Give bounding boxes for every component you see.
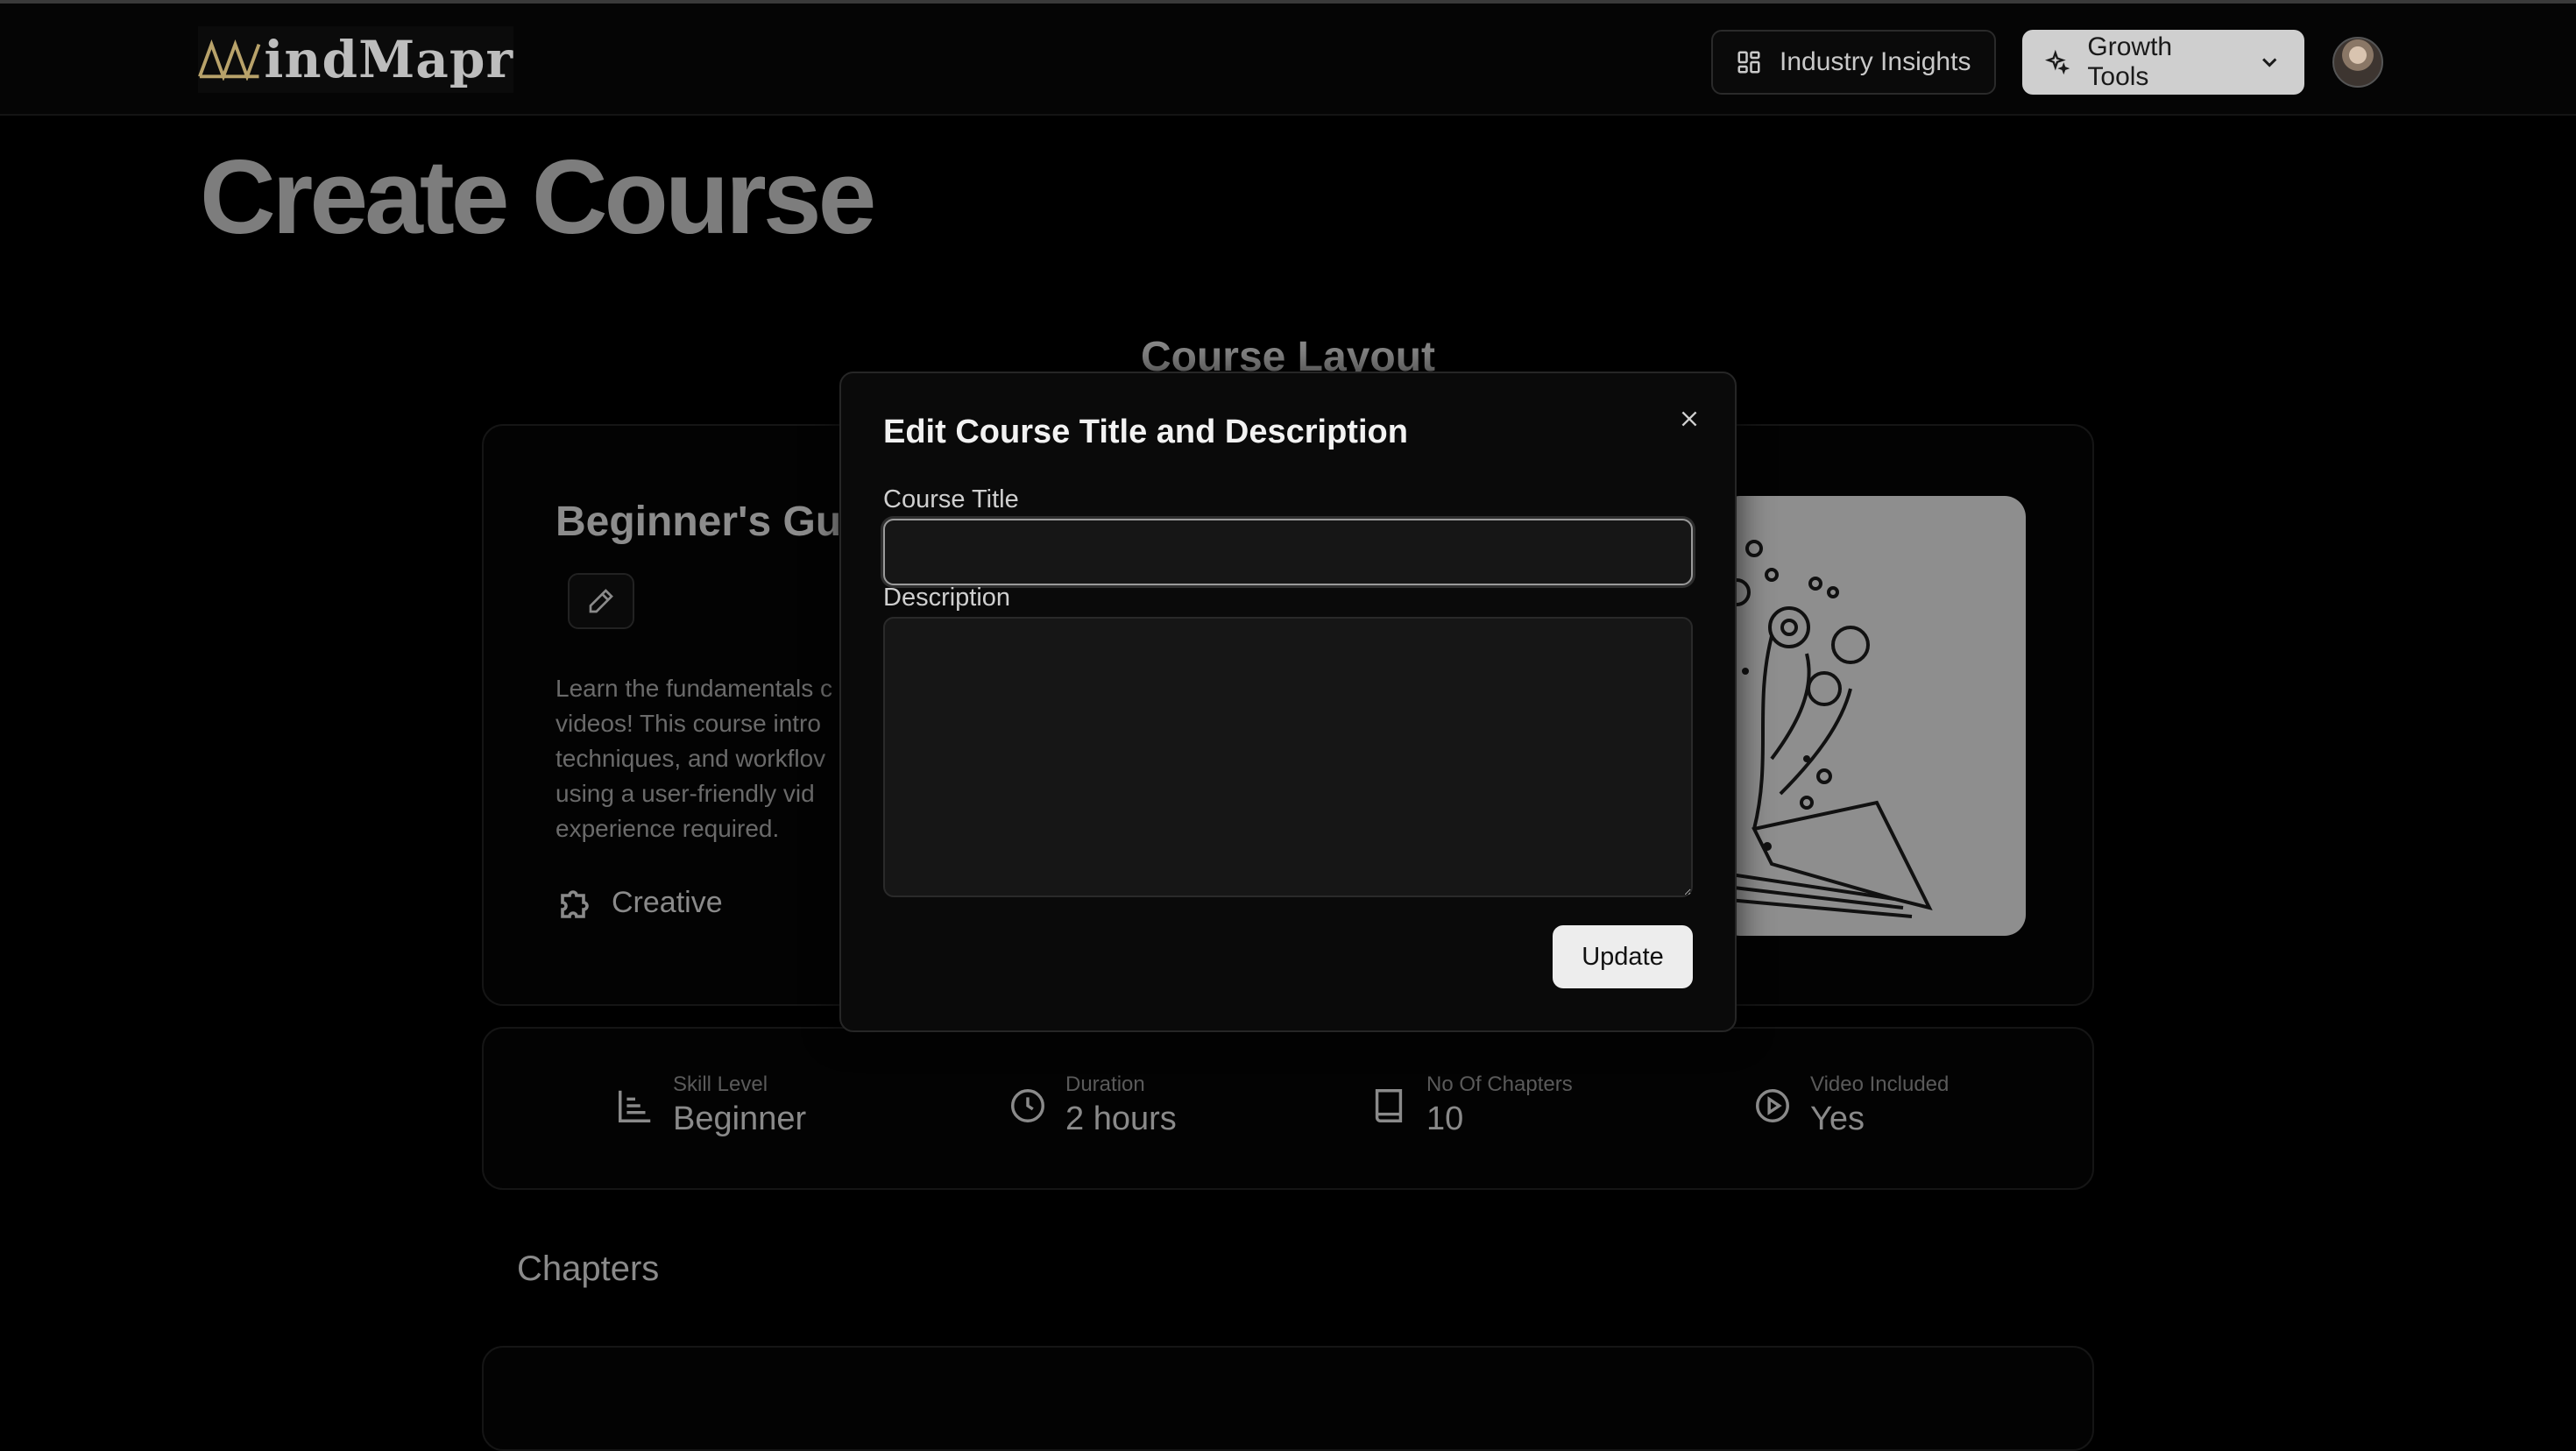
play-circle-icon [1756, 1088, 1789, 1122]
stat-label: Skill Level [673, 1072, 768, 1096]
dialog-title: Edit Course Title and Description [883, 414, 1408, 450]
course-name: Beginner's Gu [556, 499, 842, 545]
app-header: indMapr Industry Insights Growth Tools [0, 4, 2576, 116]
book-flowers-illustration [1719, 540, 1933, 918]
stat-value: Yes [1810, 1101, 1865, 1137]
stat-label: No Of Chapters [1426, 1072, 1573, 1096]
close-dialog-button[interactable] [1674, 403, 1705, 435]
course-title-label: Course Title [883, 485, 1019, 513]
logo[interactable]: indMapr [198, 26, 513, 93]
growth-tools-label: Growth Tools [2087, 32, 2173, 91]
industry-insights-button[interactable]: Industry Insights [1711, 30, 1996, 95]
industry-insights-label: Industry Insights [1780, 47, 1971, 76]
logo-text: indMapr [264, 30, 513, 89]
page-title: Create Course [200, 138, 876, 256]
chapters-heading: Chapters [517, 1249, 660, 1288]
chapters-card [482, 1346, 2094, 1451]
course-title-input[interactable] [883, 519, 1693, 585]
stat-label: Duration [1065, 1072, 1145, 1096]
course-stats-card: Skill Level Beginner Duration 2 hours No… [482, 1027, 2094, 1190]
close-icon [1681, 411, 1697, 427]
clock-icon [1011, 1088, 1044, 1122]
stat-skill-level: Skill Level Beginner [615, 1072, 806, 1138]
edit-course-dialog: Edit Course Title and Description Course… [839, 372, 1737, 1032]
stat-duration: Duration 2 hours [1008, 1072, 1177, 1138]
dashboard-icon [1737, 51, 1760, 74]
course-category-label: Creative [612, 885, 723, 919]
chevron-down-icon [2261, 58, 2276, 67]
bar-chart-icon [619, 1090, 651, 1122]
stat-value: 2 hours [1065, 1101, 1177, 1137]
user-avatar[interactable] [2332, 37, 2383, 88]
course-category: Creative [556, 881, 723, 924]
stat-value: Beginner [673, 1101, 807, 1137]
growth-tools-button[interactable]: Growth Tools [2022, 30, 2304, 95]
description-label: Description [883, 584, 1011, 612]
logo-mark-icon [198, 39, 261, 81]
course-description: Learn the fundamentals c videos! This co… [556, 675, 832, 842]
edit-course-button[interactable] [568, 573, 634, 629]
stat-label: Video Included [1810, 1072, 1950, 1096]
puzzle-icon [561, 890, 589, 918]
sparkles-icon [2045, 49, 2070, 75]
stat-video: Video Included Yes [1752, 1072, 1949, 1138]
stat-value: 10 [1426, 1101, 1464, 1137]
description-textarea[interactable] [883, 617, 1693, 897]
update-button[interactable]: Update [1553, 925, 1693, 988]
book-icon [1375, 1088, 1403, 1122]
pencil-icon [589, 589, 613, 613]
stat-chapters: No Of Chapters 10 [1369, 1072, 1573, 1138]
course-cover-image[interactable] [1719, 496, 2026, 936]
